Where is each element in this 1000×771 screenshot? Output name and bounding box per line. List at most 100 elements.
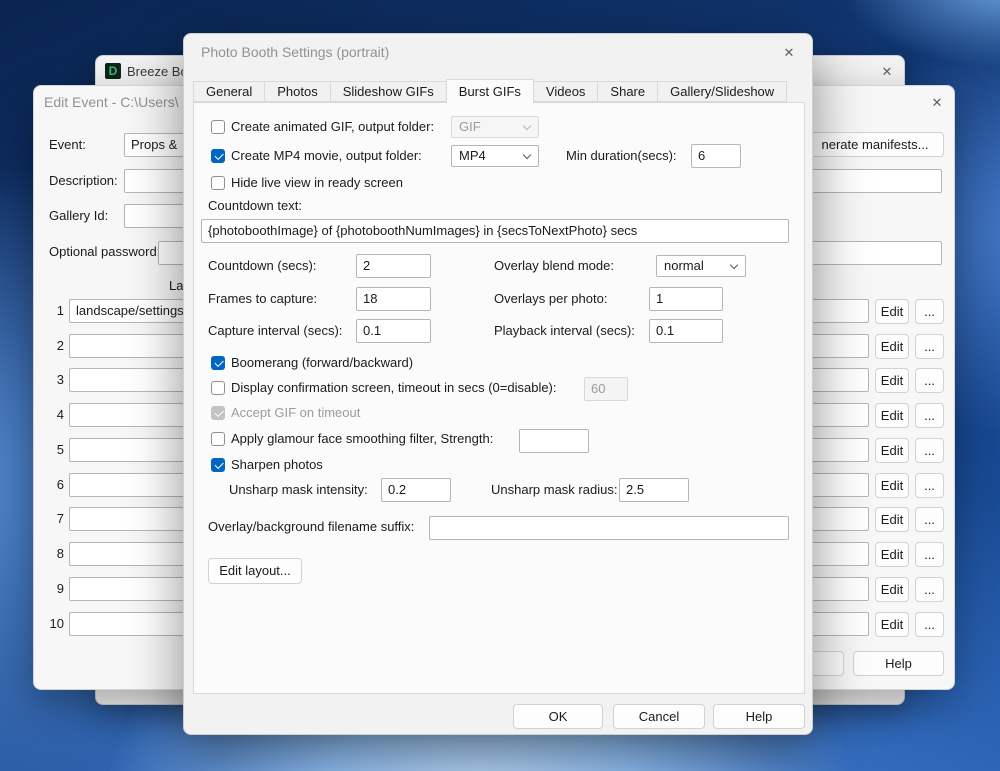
row-more-button[interactable]: ... <box>915 577 944 602</box>
chevron-down-icon <box>523 122 531 130</box>
playback-interval-input[interactable]: 0.1 <box>649 319 723 343</box>
optional-password-label: Optional password: <box>49 244 160 260</box>
capture-interval-input[interactable]: 0.1 <box>356 319 431 343</box>
row-more-button[interactable]: ... <box>915 368 944 393</box>
row-more-button[interactable]: ... <box>915 299 944 324</box>
row-edit-button[interactable]: Edit <box>875 507 909 532</box>
frames-to-capture-label: Frames to capture: <box>208 291 317 307</box>
close-icon[interactable]: ✕ <box>877 62 897 82</box>
chevron-down-icon <box>730 261 738 269</box>
row-number: 7 <box>46 507 64 531</box>
tab-general[interactable]: General <box>193 81 265 102</box>
help-button[interactable]: Help <box>713 704 805 729</box>
row-edit-button[interactable]: Edit <box>875 473 909 498</box>
tab-share[interactable]: Share <box>597 81 658 102</box>
gallery-id-label: Gallery Id: <box>49 208 108 224</box>
row-edit-button[interactable]: Edit <box>875 403 909 428</box>
overlays-per-photo-input[interactable]: 1 <box>649 287 723 311</box>
capture-interval-label: Capture interval (secs): <box>208 323 342 339</box>
boomerang-checkbox[interactable] <box>211 356 225 370</box>
glamour-filter-label: Apply glamour face smoothing filter, Str… <box>231 431 493 447</box>
unsharp-radius-label: Unsharp mask radius: <box>491 482 617 498</box>
playback-interval-label: Playback interval (secs): <box>494 323 635 339</box>
close-icon[interactable]: ✕ <box>779 43 799 63</box>
dialog-title: Edit Event - C:\Users\ <box>44 94 179 110</box>
row-edit-button[interactable]: Edit <box>875 438 909 463</box>
unsharp-intensity-label: Unsharp mask intensity: <box>229 482 368 498</box>
min-duration-label: Min duration(secs): <box>566 148 677 164</box>
filename-suffix-label: Overlay/background filename suffix: <box>208 519 414 535</box>
row-edit-button[interactable]: Edit <box>875 334 909 359</box>
tab-gallery-slideshow[interactable]: Gallery/Slideshow <box>657 81 787 102</box>
glamour-strength-input[interactable] <box>519 429 589 453</box>
row-number: 4 <box>46 403 64 427</box>
row-more-button[interactable]: ... <box>915 403 944 428</box>
event-label: Event: <box>49 137 86 153</box>
confirmation-screen-label: Display confirmation screen, timeout in … <box>231 380 557 396</box>
countdown-text-label: Countdown text: <box>208 198 302 214</box>
chevron-down-icon <box>523 151 531 159</box>
row-number: 1 <box>46 299 64 323</box>
row-number: 5 <box>46 438 64 462</box>
row-more-button[interactable]: ... <box>915 612 944 637</box>
row-number: 6 <box>46 473 64 497</box>
breeze-window-title: Breeze Bo <box>127 64 188 79</box>
hide-live-view-label: Hide live view in ready screen <box>231 175 403 191</box>
breeze-app-icon: D <box>105 63 121 79</box>
tab-videos[interactable]: Videos <box>533 81 599 102</box>
tab-photos[interactable]: Photos <box>264 81 330 102</box>
row-more-button[interactable]: ... <box>915 507 944 532</box>
description-label: Description: <box>49 173 118 189</box>
help-button[interactable]: Help <box>853 651 944 676</box>
row-number: 3 <box>46 368 64 392</box>
create-mp4-checkbox[interactable] <box>211 149 225 163</box>
tab-strip: General Photos Slideshow GIFs Burst GIFs… <box>193 81 786 105</box>
generate-manifests-button[interactable]: nerate manifests... <box>806 132 944 157</box>
dialog-title: Photo Booth Settings (portrait) <box>201 44 389 60</box>
tab-slideshow-gifs[interactable]: Slideshow GIFs <box>330 81 447 102</box>
row-more-button[interactable]: ... <box>915 473 944 498</box>
mp4-folder-dropdown[interactable]: MP4 <box>451 145 539 167</box>
accept-gif-label: Accept GIF on timeout <box>231 405 360 421</box>
confirmation-timeout-input: 60 <box>584 377 628 401</box>
create-gif-checkbox[interactable] <box>211 120 225 134</box>
row-edit-button[interactable]: Edit <box>875 299 909 324</box>
row-number: 2 <box>46 334 64 358</box>
row-number: 8 <box>46 542 64 566</box>
overlay-blend-dropdown[interactable]: normal <box>656 255 746 277</box>
create-mp4-label: Create MP4 movie, output folder: <box>231 148 422 164</box>
row-edit-button[interactable]: Edit <box>875 612 909 637</box>
row-more-button[interactable]: ... <box>915 542 944 567</box>
hide-live-view-checkbox[interactable] <box>211 176 225 190</box>
tab-burst-gifs[interactable]: Burst GIFs <box>446 79 534 103</box>
edit-layout-button[interactable]: Edit layout... <box>208 558 302 584</box>
photo-booth-settings-dialog: Photo Booth Settings (portrait) ✕ Genera… <box>183 33 813 735</box>
gif-folder-dropdown[interactable]: GIF <box>451 116 539 138</box>
confirmation-screen-checkbox[interactable] <box>211 381 225 395</box>
frames-to-capture-input[interactable]: 18 <box>356 287 431 311</box>
min-duration-input[interactable]: 6 <box>691 144 741 168</box>
row-more-button[interactable]: ... <box>915 334 944 359</box>
countdown-secs-label: Countdown (secs): <box>208 258 316 274</box>
countdown-secs-input[interactable]: 2 <box>356 254 431 278</box>
row-edit-button[interactable]: Edit <box>875 542 909 567</box>
row-more-button[interactable]: ... <box>915 438 944 463</box>
unsharp-radius-input[interactable]: 2.5 <box>619 478 689 502</box>
filename-suffix-input[interactable] <box>429 516 789 540</box>
cancel-button[interactable]: Cancel <box>613 704 705 729</box>
overlay-blend-label: Overlay blend mode: <box>494 258 614 274</box>
sharpen-photos-label: Sharpen photos <box>231 457 323 473</box>
glamour-filter-checkbox[interactable] <box>211 432 225 446</box>
countdown-text-input[interactable]: {photoboothImage} of {photoboothNumImage… <box>201 219 789 243</box>
close-icon[interactable]: ✕ <box>927 93 947 113</box>
accept-gif-checkbox <box>211 406 225 420</box>
ok-button[interactable]: OK <box>513 704 603 729</box>
create-gif-label: Create animated GIF, output folder: <box>231 119 434 135</box>
sharpen-photos-checkbox[interactable] <box>211 458 225 472</box>
unsharp-intensity-input[interactable]: 0.2 <box>381 478 451 502</box>
row-edit-button[interactable]: Edit <box>875 577 909 602</box>
row-number: 10 <box>46 612 64 636</box>
overlays-per-photo-label: Overlays per photo: <box>494 291 607 307</box>
row-number: 9 <box>46 577 64 601</box>
row-edit-button[interactable]: Edit <box>875 368 909 393</box>
